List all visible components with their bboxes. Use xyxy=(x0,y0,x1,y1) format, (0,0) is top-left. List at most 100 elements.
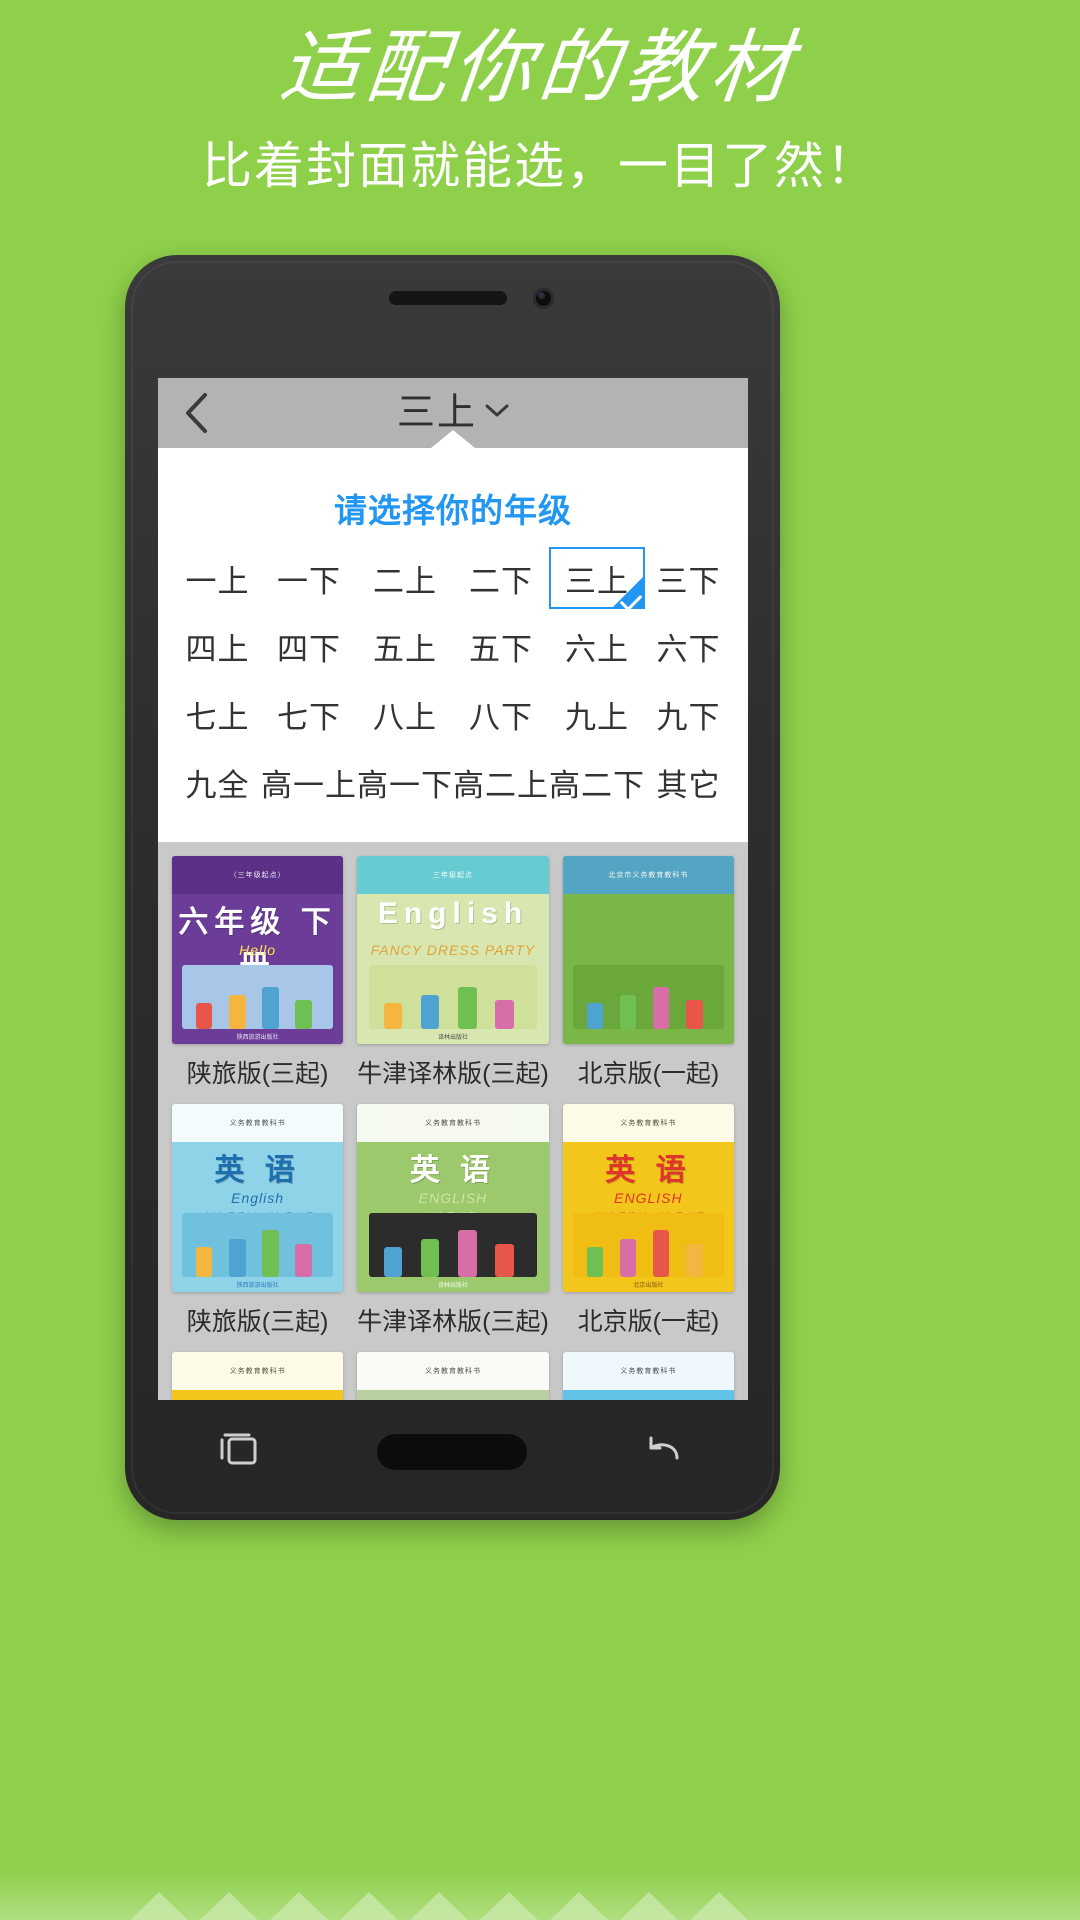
back-softkey-button[interactable] xyxy=(639,1426,691,1478)
grade-option-九下[interactable]: 九下 xyxy=(645,680,732,748)
grade-option-五下[interactable]: 五下 xyxy=(453,612,549,680)
textbook-cover-image: 义务教育教科书英 语ENGLISH三年级 下册 xyxy=(172,1352,344,1400)
grade-option-高一下[interactable]: 高一下 xyxy=(357,748,453,816)
textbook-cover-image: 义务教育教科书英 语三年级 下册 xyxy=(357,1352,549,1400)
grade-option-一上[interactable]: 一上 xyxy=(174,544,261,612)
grade-option-二上[interactable]: 二上 xyxy=(357,544,453,612)
grade-option-label: 六下 xyxy=(656,631,721,667)
cover-title-text: 英 语 xyxy=(357,1393,549,1400)
grade-option-label: 六上 xyxy=(565,631,629,667)
footer-wedge xyxy=(620,1892,678,1920)
grade-option-label: 八上 xyxy=(373,699,437,735)
footer-wedge xyxy=(410,1892,468,1920)
illustration-figure xyxy=(686,1243,703,1277)
illustration-figure xyxy=(495,1000,514,1029)
grade-picker-heading: 请选择你的年级 xyxy=(334,492,572,529)
grade-option-五上[interactable]: 五上 xyxy=(357,612,453,680)
grade-option-六下[interactable]: 六下 xyxy=(645,612,732,680)
textbook-cover-image: 义务教育教科书英 语ENGLISH（三年级起点） 三年级 下册北京出版社 xyxy=(562,1104,734,1292)
footer-wedge xyxy=(130,1892,188,1920)
page-subtitle: 比着封面就能选，一目了然！ xyxy=(202,138,878,194)
cover-top-band: （三年级起点） xyxy=(172,856,344,894)
grade-option-一下[interactable]: 一下 xyxy=(261,544,357,612)
grade-option-label: 四下 xyxy=(277,631,341,667)
cover-illustration xyxy=(573,965,724,1029)
grade-option-六上[interactable]: 六上 xyxy=(549,612,645,680)
grade-option-label: 九下 xyxy=(656,699,721,735)
cover-illustration xyxy=(182,965,333,1029)
grade-option-七下[interactable]: 七下 xyxy=(261,680,357,748)
footer-wedge xyxy=(200,1892,258,1920)
illustration-figure xyxy=(262,1230,279,1277)
textbook-item[interactable]: 义务教育教科书英 语ENGLISH三年级 下册陕旅版(三起) xyxy=(172,1352,344,1400)
grade-option-四上[interactable]: 四上 xyxy=(174,612,261,680)
grade-option-九全[interactable]: 九全 xyxy=(174,748,261,816)
textbook-label: 北京版(一起) xyxy=(577,1060,720,1088)
grade-option-label: 九上 xyxy=(565,699,629,735)
cover-publisher-text: 陕西旅游出版社 xyxy=(236,1035,279,1041)
footer-wedge xyxy=(340,1892,398,1920)
illustration-figure xyxy=(228,995,246,1029)
illustration-figure xyxy=(295,1000,312,1029)
cover-top-band: 义务教育教科书 xyxy=(357,1352,549,1390)
grade-option-八上[interactable]: 八上 xyxy=(357,680,453,748)
grade-option-三上[interactable]: 三上 xyxy=(549,544,645,612)
grade-option-label: 九全 xyxy=(185,767,250,803)
illustration-figure xyxy=(383,1246,403,1277)
illustration-figure xyxy=(586,1246,604,1277)
textbook-item[interactable]: （三年级起点）六年级 下册Hello陕西旅游出版社陕旅版(三起) xyxy=(172,856,344,1094)
back-arrow-icon xyxy=(643,1430,687,1475)
illustration-figure xyxy=(458,986,477,1029)
textbook-grid: （三年级起点）六年级 下册Hello陕西旅游出版社陕旅版(三起)三年级起点Eng… xyxy=(158,842,748,1400)
grade-option-label: 七上 xyxy=(185,699,250,735)
grade-option-label: 七下 xyxy=(277,699,341,735)
cover-publisher-text: 陕西旅游出版社 xyxy=(236,1283,279,1289)
cover-title-text: 英 语 xyxy=(214,1154,301,1188)
textbook-item[interactable]: 北京市义务教育教科书北京版(一起) xyxy=(562,856,734,1094)
cover-title-text: 英 语 xyxy=(563,1393,734,1400)
earpiece-speaker xyxy=(388,291,507,305)
grade-option-四下[interactable]: 四下 xyxy=(261,612,357,680)
grade-option-八下[interactable]: 八下 xyxy=(453,680,549,748)
promo-header: 适配你的教材 比着封面就能选，一目了然！ xyxy=(0,0,1080,196)
grade-option-label: 五上 xyxy=(373,631,437,667)
textbook-label: 陕旅版(三起) xyxy=(186,1060,329,1088)
textbook-label: 牛津译林版(三起) xyxy=(357,1060,549,1088)
grade-option-label: 四上 xyxy=(185,631,250,667)
cover-title-text: 英 语 xyxy=(172,1393,343,1400)
textbook-item[interactable]: 义务教育教科书英 语English（三年级起点） 三年级 下册陕西旅游出版社陕旅… xyxy=(172,1104,344,1342)
grade-option-其它[interactable]: 其它 xyxy=(645,748,732,816)
grade-option-九上[interactable]: 九上 xyxy=(549,680,645,748)
grade-option-七上[interactable]: 七上 xyxy=(174,680,261,748)
illustration-figure xyxy=(458,1230,477,1277)
grade-option-高二上[interactable]: 高二上 xyxy=(453,748,549,816)
textbook-item[interactable]: 义务教育教科书英 语ENGLISH三年级 下册译林出版社牛津译林版(三起) xyxy=(357,1104,549,1342)
page-title: 适配你的教材 xyxy=(276,21,802,114)
cover-top-band: 义务教育教科书 xyxy=(562,1104,734,1142)
textbook-item[interactable]: 义务教育教科书英 语三年级 下册牛津译林版(三起) xyxy=(357,1352,549,1400)
footer-gradient xyxy=(0,1868,1080,1920)
textbook-item[interactable]: 义务教育教科书英 语ENGLISH（三年级起点） 三年级 下册北京出版社北京版(… xyxy=(562,1104,734,1342)
illustration-figure xyxy=(652,986,670,1029)
recents-icon xyxy=(218,1430,262,1475)
textbook-item[interactable]: 三年级起点 English FANCY DRESS PARTY 译林出版社 牛津译林版(… xyxy=(357,856,549,1094)
grade-option-label: 二上 xyxy=(373,563,437,599)
illustration-figure xyxy=(686,1000,703,1029)
cover-publisher-text: 译林出版社 xyxy=(437,1035,468,1041)
grade-option-三下[interactable]: 三下 xyxy=(645,544,732,612)
cover-top-band: 义务教育教科书 xyxy=(172,1104,344,1142)
grade-option-高一上[interactable]: 高一上 xyxy=(261,748,357,816)
grade-option-label: 一上 xyxy=(185,563,250,599)
grade-option-二下[interactable]: 二下 xyxy=(453,544,549,612)
textbook-cover-image: 北京市义务教育教科书 xyxy=(562,856,734,1044)
cover-top-band: 三年级起点 xyxy=(357,856,549,894)
cover-publisher-text: 译林出版社 xyxy=(437,1283,468,1289)
grade-option-高二下[interactable]: 高二下 xyxy=(549,748,645,816)
cover-subtitle-text: Hello xyxy=(239,942,277,959)
cover-title-text: English xyxy=(377,897,529,931)
phone-mockup: 三上 请选择你的年级 一上 一下 二上 二下 三上 三下 四上 四下 五上 五下 六上 六下 七上 七下八… xyxy=(125,255,780,1520)
recents-button[interactable] xyxy=(214,1426,266,1478)
grade-option-label: 二下 xyxy=(469,563,533,599)
textbook-item[interactable]: 义务教育教科书英 语English（三年级起点） 三年级 下册北京版(一起) xyxy=(562,1352,734,1400)
home-button[interactable] xyxy=(377,1434,528,1470)
